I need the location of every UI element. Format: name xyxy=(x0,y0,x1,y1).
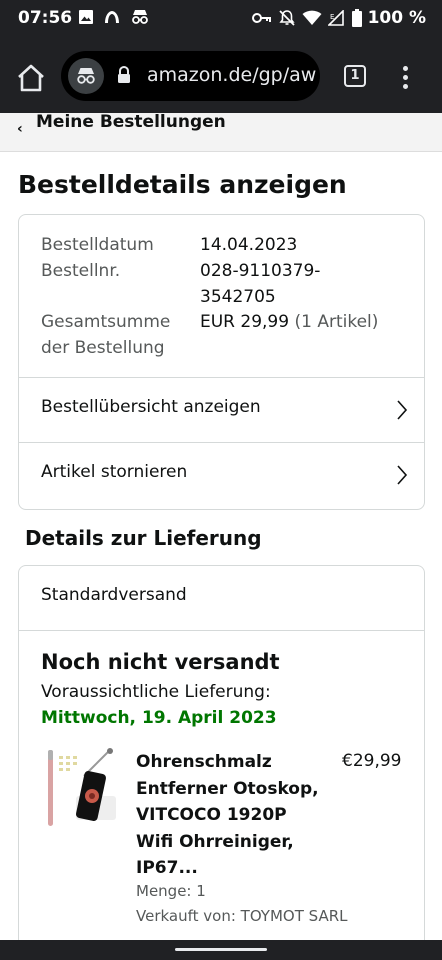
incognito-icon xyxy=(77,68,95,84)
order-date-label: Bestelldatum xyxy=(41,235,154,255)
lock-icon xyxy=(118,66,130,83)
expected-delivery-label: Voraussichtliche Lieferung: xyxy=(41,682,271,702)
delivery-card: Standardversand Noch nicht versandt Vora… xyxy=(18,565,425,955)
incognito-badge xyxy=(68,58,104,94)
order-number-label: Bestellnr. xyxy=(41,261,121,281)
battery-icon xyxy=(351,9,362,27)
order-total-amount: EUR 29,99 xyxy=(200,312,290,332)
status-bar: 07:56 E 100 % xyxy=(0,0,442,37)
battery-percent: 100 % xyxy=(367,8,426,28)
incognito-icon xyxy=(132,10,148,24)
view-order-summary-label: Bestellübersicht anzeigen xyxy=(41,397,261,417)
home-icon[interactable] xyxy=(16,64,46,92)
wifi-icon xyxy=(302,10,322,25)
bell-off-icon xyxy=(278,10,295,26)
overflow-menu-icon[interactable] xyxy=(403,66,409,90)
cancel-items-link[interactable]: Artikel stornieren xyxy=(19,443,424,508)
arc-icon xyxy=(105,11,119,23)
product-price: €29,99 xyxy=(342,751,402,771)
browser-toolbar: amazon.de/gp/aw 1 xyxy=(0,37,442,113)
order-total-items: (1 Artikel) xyxy=(294,312,379,332)
product-seller: Verkauft von: TOYMOT SARL xyxy=(136,907,348,925)
product-title-line: Entferner Otoskop, xyxy=(136,778,319,799)
view-order-summary-link[interactable]: Bestellübersicht anzeigen xyxy=(19,378,424,443)
order-number-value-2: 3542705 xyxy=(200,287,276,307)
order-total-label-1: Gesamtsumme xyxy=(41,312,171,332)
product-title-line: IP67... xyxy=(136,858,198,878)
status-left-icons xyxy=(78,9,150,25)
breadcrumb-label[interactable]: Meine Bestellungen xyxy=(36,112,226,132)
key-icon xyxy=(251,13,271,23)
divider xyxy=(19,630,424,631)
chevron-right-icon xyxy=(397,400,408,420)
product-title-line: VITCOCO 1920P xyxy=(136,805,287,825)
product-image[interactable] xyxy=(44,748,120,830)
chevron-left-icon: ‹ xyxy=(17,121,23,137)
order-summary-card: Bestelldatum 14.04.2023 Bestellnr. 028-9… xyxy=(18,214,425,510)
product-title[interactable]: Ohrenschmalz Entferner Otoskop, VITCOCO … xyxy=(136,749,336,882)
image-icon xyxy=(79,10,93,24)
status-right-icons: E 100 % xyxy=(251,8,426,28)
product-quantity: Menge: 1 xyxy=(136,882,206,900)
delivery-section-title: Details zur Lieferung xyxy=(25,526,262,550)
page-title: Bestelldetails anzeigen xyxy=(18,170,347,199)
product-title-line: Ohrenschmalz xyxy=(136,752,272,772)
breadcrumb[interactable]: ‹ Meine Bestellungen xyxy=(0,112,442,152)
order-total-value: EUR 29,99 (1 Artikel) xyxy=(200,309,378,335)
product-title-line: Wifi Ohrreiniger, xyxy=(136,831,294,852)
status-time: 07:56 xyxy=(18,8,73,28)
home-gesture-handle[interactable] xyxy=(175,948,267,951)
address-bar[interactable]: amazon.de/gp/aw xyxy=(61,51,320,101)
cancel-items-label: Artikel stornieren xyxy=(41,462,188,482)
signal-icon: E xyxy=(327,10,344,26)
order-total-label-2: der Bestellung xyxy=(41,338,165,358)
order-number-value-1: 028-9110379- xyxy=(200,261,321,281)
tab-switcher-button[interactable]: 1 xyxy=(344,65,366,87)
svg-text:E: E xyxy=(330,13,334,21)
expected-delivery-date: Mittwoch, 19. April 2023 xyxy=(41,708,277,728)
order-date-value: 14.04.2023 xyxy=(200,235,298,255)
url-text: amazon.de/gp/aw xyxy=(147,64,317,86)
shipment-status: Noch nicht versandt xyxy=(41,650,280,674)
system-nav-bar xyxy=(0,940,442,960)
chevron-right-icon xyxy=(397,465,408,485)
shipping-method: Standardversand xyxy=(41,585,187,605)
